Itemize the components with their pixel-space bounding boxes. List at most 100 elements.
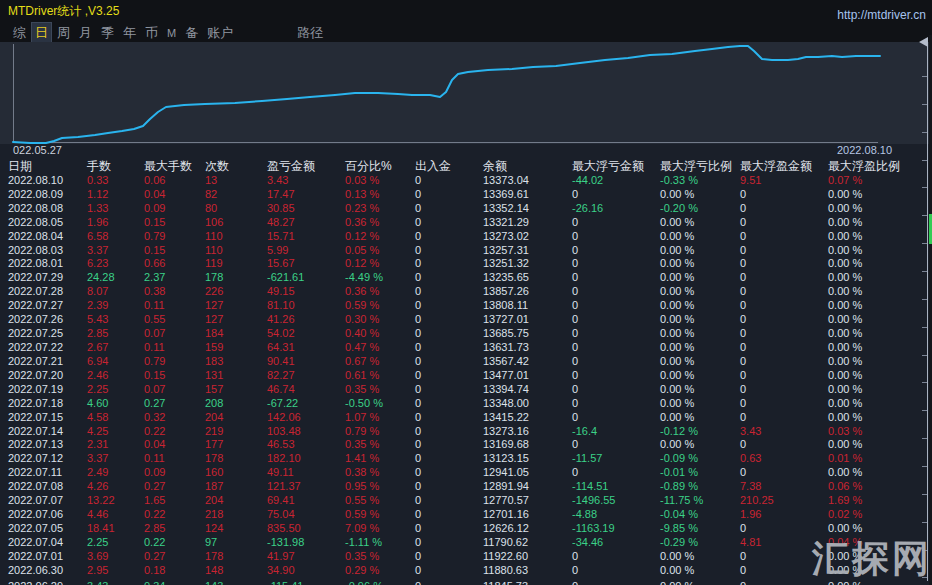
table-row[interactable]: 2022.08.051.960.1510648.270.36 %013321.2… — [0, 216, 932, 230]
cell-max-float-loss: 0 — [572, 564, 578, 578]
scrollbar-collapse-arrow-icon[interactable] — [919, 37, 928, 47]
cell-max-float-loss-pct: 0.00 % — [660, 230, 694, 244]
scrollbar-tick — [922, 494, 927, 495]
table-row[interactable]: 2022.08.033.370.151105.990.05 %013257.31… — [0, 244, 932, 258]
table-row[interactable]: 2022.07.064.460.2221875.040.59 %012701.1… — [0, 508, 932, 522]
cell-trades: 131 — [205, 369, 223, 383]
menu-item-8[interactable]: M — [164, 26, 179, 40]
table-row[interactable]: 2022.07.222.670.1115964.310.47 %013631.7… — [0, 341, 932, 355]
table-row[interactable]: 2022.08.046.580.7911015.710.12 %013273.0… — [0, 230, 932, 244]
cell-max-float-loss-pct: 0.00 % — [660, 580, 694, 585]
cell-max-float-profit: 0 — [740, 257, 746, 271]
cell-max-float-profit: 7.38 — [740, 480, 761, 494]
menu-item-3[interactable]: 周 — [54, 23, 73, 43]
cell-trades: 208 — [205, 397, 223, 411]
table-row[interactable]: 2022.08.100.330.06133.430.03 %013373.04-… — [0, 174, 932, 188]
cell-max-float-profit-pct: 0.00 % — [828, 438, 862, 452]
cell-max-float-profit: 0 — [740, 299, 746, 313]
cell-percent: 0.47 % — [345, 341, 379, 355]
cell-balance: 12701.16 — [483, 508, 529, 522]
cell-lots: 4.25 — [87, 425, 108, 439]
cell-profit: -621.61 — [267, 271, 304, 285]
cell-lots: 2.25 — [87, 383, 108, 397]
cell-balance: 13631.73 — [483, 341, 529, 355]
cell-max-float-loss: 0 — [572, 341, 578, 355]
table-row[interactable]: 2022.07.144.250.22219103.480.79 %013273.… — [0, 425, 932, 439]
cell-max-float-loss-pct: 0.00 % — [660, 188, 694, 202]
table-row[interactable]: 2022.07.0713.221.6520469.410.55 %012770.… — [0, 494, 932, 508]
menu-item-11[interactable]: 路径 — [294, 23, 326, 43]
table-row[interactable]: 2022.07.154.580.32204142.061.07 %013415.… — [0, 411, 932, 425]
scrollbar-track[interactable] — [927, 44, 928, 581]
cell-max-float-loss: 0 — [572, 216, 578, 230]
table-row[interactable]: 2022.07.132.310.0417746.530.35 %013169.6… — [0, 438, 932, 452]
table-row[interactable]: 2022.07.084.260.27187121.370.95 %012891.… — [0, 480, 932, 494]
cell-max-lots: 0.09 — [144, 202, 165, 216]
cell-lots: 2.85 — [87, 327, 108, 341]
cell-date: 2022.06.29 — [8, 580, 63, 585]
website-link[interactable]: http://mtdriver.cn — [837, 8, 926, 22]
cell-deposit-withdraw: 0 — [415, 438, 421, 452]
cell-lots: 1.96 — [87, 216, 108, 230]
menu-item-9[interactable]: 备 — [182, 23, 201, 43]
cell-deposit-withdraw: 0 — [415, 327, 421, 341]
table-row[interactable]: 2022.07.288.070.3822649.150.36 %013857.2… — [0, 285, 932, 299]
cell-lots: 2.31 — [87, 438, 108, 452]
cell-trades: 183 — [205, 355, 223, 369]
cell-profit: 69.41 — [267, 494, 295, 508]
table-row[interactable]: 2022.08.081.330.098030.850.23 %013352.14… — [0, 202, 932, 216]
menu-item-4[interactable]: 月 — [76, 23, 95, 43]
table-row[interactable]: 2022.07.265.430.5512741.260.30 %013727.0… — [0, 313, 932, 327]
cell-date: 2022.07.01 — [8, 550, 63, 564]
table-row[interactable]: 2022.08.016.230.6611915.670.12 %013251.3… — [0, 257, 932, 271]
menu-item-1[interactable]: 综 — [10, 23, 29, 43]
cell-date: 2022.07.13 — [8, 438, 63, 452]
cell-max-lots: 0.34 — [144, 580, 165, 585]
cell-max-float-profit: 3.43 — [740, 425, 761, 439]
cell-lots: 1.12 — [87, 188, 108, 202]
table-row[interactable]: 2022.07.042.250.2297-131.98-1.11 %011790… — [0, 536, 932, 550]
cell-percent: 0.36 % — [345, 285, 379, 299]
menu-item-10[interactable]: 账户 — [204, 23, 236, 43]
cell-lots: 2.49 — [87, 466, 108, 480]
cell-profit: 46.74 — [267, 383, 295, 397]
cell-deposit-withdraw: 0 — [415, 216, 421, 230]
cell-profit: 48.27 — [267, 216, 295, 230]
cell-max-lots: 0.22 — [144, 425, 165, 439]
cell-profit: -67.22 — [267, 397, 298, 411]
window-right-edge — [929, 35, 932, 585]
menu-item-5[interactable]: 季 — [98, 23, 117, 43]
table-row[interactable]: 2022.07.123.370.11178182.101.41 %013123.… — [0, 452, 932, 466]
table-row[interactable]: 2022.06.302.950.1814834.900.29 %011880.6… — [0, 564, 932, 578]
cell-date: 2022.07.21 — [8, 355, 63, 369]
table-row[interactable]: 2022.06.293.430.34143-115.41-0.96 %01184… — [0, 580, 932, 585]
table-row[interactable]: 2022.07.013.690.2717841.970.35 %011922.6… — [0, 550, 932, 564]
cell-percent: -1.11 % — [345, 536, 382, 550]
menu-item-6[interactable]: 年 — [120, 23, 139, 43]
cell-balance: 13123.15 — [483, 452, 529, 466]
cell-percent: 0.59 % — [345, 299, 379, 313]
table-row[interactable]: 2022.07.0518.412.85124835.507.09 %012626… — [0, 522, 932, 536]
table-row[interactable]: 2022.07.216.940.7918390.410.67 %013567.4… — [0, 355, 932, 369]
scrollbar-tick — [922, 132, 927, 133]
table-row[interactable]: 2022.07.252.850.0718454.020.40 %013685.7… — [0, 327, 932, 341]
table-row[interactable]: 2022.07.2924.282.37178-621.61-4.49 %0132… — [0, 271, 932, 285]
cell-percent: 0.12 % — [345, 257, 379, 271]
menu-item-7[interactable]: 币 — [142, 23, 161, 43]
table-row[interactable]: 2022.07.202.460.1513182.270.61 %013477.0… — [0, 369, 932, 383]
cell-trades: 82 — [205, 188, 217, 202]
cell-trades: 124 — [205, 522, 223, 536]
cell-max-lots: 0.18 — [144, 564, 165, 578]
cell-deposit-withdraw: 0 — [415, 285, 421, 299]
cell-max-float-profit-pct: 0.00 % — [828, 383, 862, 397]
chart-end-date-label: 2022.08.10 — [837, 144, 892, 156]
table-row[interactable]: 2022.07.184.600.27208-67.22-0.50 %013348… — [0, 397, 932, 411]
cell-max-float-profit-pct: 0.06 % — [828, 480, 862, 494]
cell-max-float-profit-pct: 0.02 % — [828, 508, 862, 522]
table-row[interactable]: 2022.07.112.490.0916049.110.38 %012941.0… — [0, 466, 932, 480]
table-row[interactable]: 2022.08.091.120.048217.470.13 %013369.61… — [0, 188, 932, 202]
menu-item-2[interactable]: 日 — [32, 23, 51, 43]
table-row[interactable]: 2022.07.272.390.1112781.100.59 %013808.1… — [0, 299, 932, 313]
table-row[interactable]: 2022.07.192.250.0715746.740.35 %013394.7… — [0, 383, 932, 397]
cell-deposit-withdraw: 0 — [415, 355, 421, 369]
